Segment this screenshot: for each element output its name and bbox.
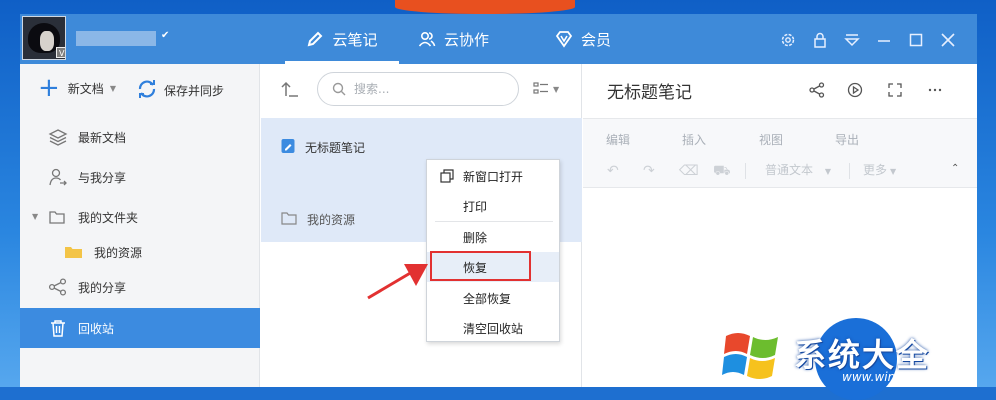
tab-cloud-notes[interactable]: 云笔记 bbox=[285, 14, 399, 64]
menu-item-empty-recycle-bin[interactable]: 清空回收站 bbox=[427, 313, 559, 343]
username-blurred[interactable] bbox=[76, 31, 156, 46]
folder-yellow-icon bbox=[64, 243, 84, 261]
more-icon[interactable] bbox=[925, 80, 945, 100]
people-icon bbox=[418, 30, 436, 48]
sidebar-item-label: 回收站 bbox=[78, 321, 115, 336]
menu-view[interactable]: 视图 bbox=[759, 131, 783, 148]
menu-export[interactable]: 导出 bbox=[835, 131, 859, 148]
fullscreen-icon[interactable] bbox=[885, 80, 905, 100]
sidebar-item-my-folders[interactable]: ▼ 我的文件夹 bbox=[20, 198, 260, 236]
list-view-icon[interactable]: ▼ bbox=[533, 81, 559, 97]
sidebar-item-label: 与我分享 bbox=[78, 170, 127, 185]
redo-icon[interactable]: ↷ bbox=[643, 163, 655, 179]
chevron-down-icon: ▼ bbox=[109, 83, 116, 93]
more-format-select[interactable]: 更多 ▼ bbox=[863, 161, 896, 178]
sync-icon bbox=[136, 78, 164, 103]
maximize-icon[interactable] bbox=[906, 30, 926, 50]
text-style-label: 普通文本 bbox=[765, 163, 814, 177]
folder-icon bbox=[281, 211, 297, 228]
eraser-icon[interactable]: ⌫ bbox=[679, 163, 699, 179]
tab-cloud-collab[interactable]: 云协作 bbox=[418, 14, 489, 64]
user-share-icon bbox=[48, 168, 68, 186]
sidebar-item-recent[interactable]: 最新文档 bbox=[20, 118, 260, 156]
menu-edit[interactable]: 编辑 bbox=[606, 131, 630, 148]
menu-item-label: 打印 bbox=[463, 199, 488, 214]
new-doc-button[interactable]: + 新文档 ▼ bbox=[38, 73, 116, 103]
folder-outline-icon bbox=[48, 208, 68, 226]
list-item-label: 无标题笔记 bbox=[305, 141, 366, 155]
close-icon[interactable] bbox=[938, 30, 958, 50]
save-sync-label: 保存并同步 bbox=[164, 84, 225, 98]
tab-label: 云协作 bbox=[444, 30, 490, 49]
sidebar-item-label: 我的资源 bbox=[94, 245, 143, 260]
go-up-icon[interactable] bbox=[281, 80, 299, 101]
sidebar: + 新文档 ▼ 保存并同步 最新文档 与我分享 ▼ 我的文件夹 我的资源 我的分… bbox=[20, 64, 260, 387]
trash-icon bbox=[48, 319, 68, 337]
new-window-icon bbox=[440, 169, 454, 186]
sidebar-item-label: 我的文件夹 bbox=[78, 210, 139, 225]
tab-label: 云笔记 bbox=[332, 30, 378, 49]
titlebar: VIP ✔ 云笔记 云协作 会员 bbox=[20, 14, 977, 64]
search-icon bbox=[332, 82, 346, 99]
pen-icon bbox=[306, 30, 324, 48]
sidebar-item-shared-with-me[interactable]: 与我分享 bbox=[20, 158, 260, 196]
pointer-arrow-annotation bbox=[367, 264, 428, 300]
caret-down-icon[interactable]: ▼ bbox=[32, 212, 38, 221]
search-box[interactable] bbox=[317, 72, 519, 106]
menu-item-label: 删除 bbox=[463, 230, 488, 245]
tab-label: 会员 bbox=[581, 30, 612, 49]
menu-item-label: 清空回收站 bbox=[463, 321, 524, 336]
share-icon[interactable] bbox=[807, 80, 827, 100]
list-item[interactable]: 我的资源 bbox=[281, 211, 355, 228]
sidebar-item-my-shares[interactable]: 我的分享 bbox=[20, 268, 260, 306]
vip-badge: VIP bbox=[56, 47, 65, 58]
avatar[interactable]: VIP bbox=[22, 16, 66, 60]
watermark-url: www.win7cn.com bbox=[842, 370, 947, 384]
editor-toolbar: 编辑 插入 视图 导出 ↶ ↷ ⌫ ⛟ 普通文本 ▼ 更多 ▼ ⌃ bbox=[583, 118, 977, 188]
plus-icon: + bbox=[38, 73, 60, 103]
sidebar-item-label: 我的分享 bbox=[78, 280, 127, 295]
windows-flag-icon bbox=[722, 333, 778, 379]
lock-icon[interactable] bbox=[810, 30, 830, 50]
menu-item-restore-all[interactable]: 全部恢复 bbox=[427, 283, 559, 313]
sidebar-item-label: 最新文档 bbox=[78, 130, 127, 145]
dropdown-icon[interactable] bbox=[842, 30, 862, 50]
user-caret-icon[interactable]: ✔ bbox=[161, 30, 169, 41]
minimize-icon[interactable] bbox=[874, 30, 894, 50]
more-label: 更多 bbox=[863, 163, 888, 177]
gear-icon[interactable] bbox=[778, 30, 798, 50]
sidebar-item-my-resources[interactable]: 我的资源 bbox=[20, 233, 260, 271]
format-painter-icon[interactable]: ⛟ bbox=[713, 163, 731, 181]
search-input[interactable] bbox=[354, 80, 504, 98]
share-icon bbox=[48, 278, 68, 296]
desktop-orange-shape bbox=[395, 0, 575, 14]
sidebar-item-recycle-bin[interactable]: 回收站 bbox=[20, 308, 260, 348]
diamond-icon bbox=[555, 30, 573, 48]
menu-item-label: 新窗口打开 bbox=[463, 169, 524, 184]
menu-item-print[interactable]: 打印 bbox=[427, 191, 559, 221]
watermark-logo: 系统大全 www.win7cn.com bbox=[722, 318, 996, 400]
save-sync-button[interactable]: 保存并同步 bbox=[136, 78, 224, 103]
list-item-label: 我的资源 bbox=[307, 213, 356, 227]
tab-membership[interactable]: 会员 bbox=[555, 14, 611, 64]
new-doc-label: 新文档 bbox=[67, 81, 104, 96]
present-icon[interactable] bbox=[845, 80, 865, 100]
text-style-select[interactable]: 普通文本 ▼ bbox=[765, 161, 831, 178]
menu-item-label: 全部恢复 bbox=[463, 291, 512, 306]
restore-highlight-box bbox=[430, 251, 531, 281]
menu-insert[interactable]: 插入 bbox=[682, 131, 706, 148]
menu-item-delete[interactable]: 删除 bbox=[427, 222, 559, 252]
layers-icon bbox=[48, 128, 68, 146]
list-item[interactable]: 无标题笔记 bbox=[281, 138, 365, 157]
undo-icon[interactable]: ↶ bbox=[607, 163, 619, 179]
note-icon bbox=[281, 138, 295, 157]
collapse-toolbar-icon[interactable]: ⌃ bbox=[951, 163, 959, 174]
menu-item-open-new-window[interactable]: 新窗口打开 bbox=[427, 161, 559, 191]
note-title[interactable]: 无标题笔记 bbox=[607, 78, 692, 103]
